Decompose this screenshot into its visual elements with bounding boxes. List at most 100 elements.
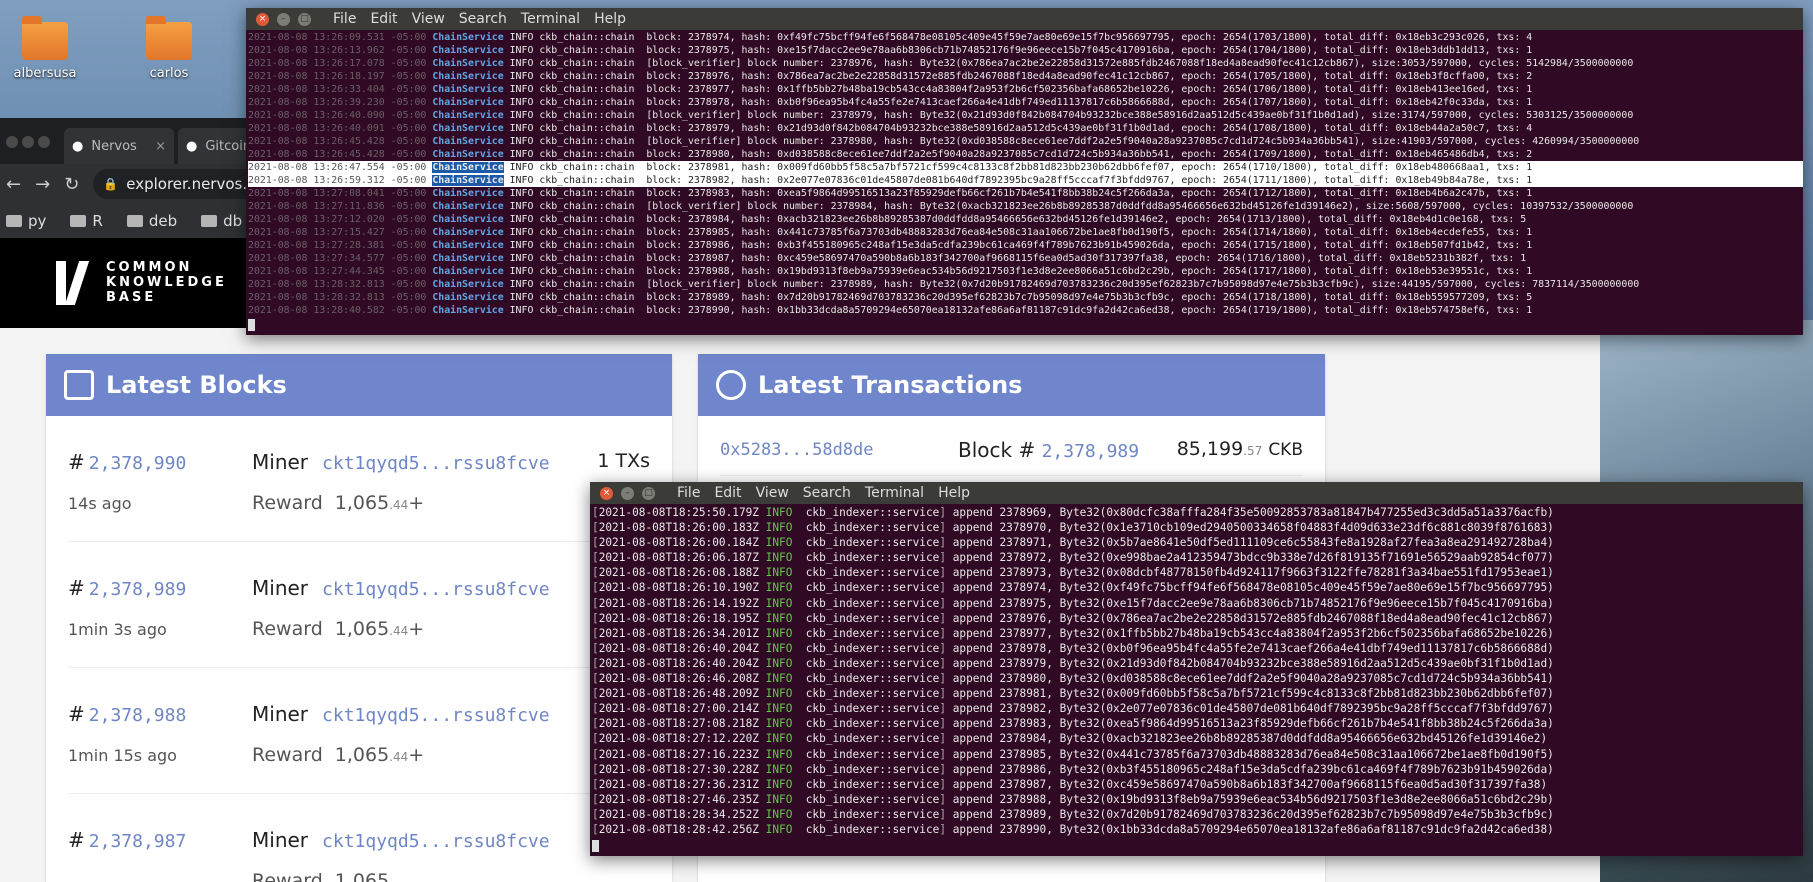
miner-address-link[interactable]: ckt1qyqd5...rssu8fcve [322, 453, 550, 474]
log-timestamp: 2021-08-08T18:26:00.183Z [598, 521, 759, 535]
miner-label: Miner [252, 702, 309, 726]
miner-address-link[interactable]: ckt1qyqd5...rssu8fcve [322, 579, 550, 600]
maximize-icon[interactable]: □ [298, 12, 311, 26]
window-close-button[interactable] [6, 136, 18, 148]
log-line: [2021-08-08T18:26:00.183Z INFO ckb_index… [592, 520, 1803, 535]
bracket-close: ] [939, 551, 947, 565]
bracket-close: ] [939, 687, 947, 701]
bracket-close: ] [939, 672, 947, 686]
close-icon[interactable]: × [155, 139, 166, 154]
log-service: ChainService [432, 253, 504, 264]
block-reward: Reward 1,065.44+ [252, 744, 424, 766]
log-message: append 2378989, Byte32(0x7d20b91782469d7… [952, 807, 1554, 821]
menu-item[interactable]: Search [459, 11, 507, 27]
log-module: ckb_indexer::service [805, 717, 940, 731]
menu-item[interactable]: Terminal [865, 485, 924, 501]
log-message: append 2378976, Byte32(0x786ea7ac2be2e22… [952, 611, 1554, 625]
log-line: 2021-08-08 13:27:12.020 -05:00 ChainServ… [248, 213, 1803, 226]
log-service: ChainService [432, 84, 504, 95]
log-service: ChainService [432, 227, 504, 238]
log-line: 2021-08-08 13:26:45.428 -05:00 ChainServ… [248, 135, 1803, 148]
forward-arrow-icon[interactable]: → [35, 174, 50, 195]
reload-icon[interactable]: ↻ [64, 174, 79, 195]
bookmark-deb[interactable]: deb [126, 212, 178, 230]
log-timestamp: 2021-08-08 13:28:32.813 -05:00 [248, 279, 427, 290]
bracket-close: ] [939, 717, 947, 731]
menu-item[interactable]: Help [938, 485, 970, 501]
minimize-icon[interactable]: – [621, 486, 634, 500]
log-level: INFO [765, 672, 793, 686]
bracket-open: [ [592, 807, 599, 821]
window-maximize-button[interactable] [38, 136, 50, 148]
log-line: [2021-08-08T18:26:06.187Z INFO ckb_index… [592, 550, 1803, 565]
menu-item[interactable]: Terminal [521, 11, 580, 27]
menu-item[interactable]: Edit [370, 11, 397, 27]
tx-amount-unit: CKB [1268, 440, 1303, 460]
close-icon[interactable]: × [600, 486, 613, 500]
tx-block-link[interactable]: 2,378,989 [1042, 441, 1140, 462]
bookmark-label: deb [148, 212, 178, 230]
desktop-folder-albersusa[interactable]: albersusa [0, 16, 90, 81]
log-timestamp: 2021-08-08T18:28:42.256Z [598, 822, 759, 836]
maximize-icon[interactable]: □ [642, 486, 655, 500]
terminal-titlebar: × – □ File Edit View Search Terminal Help [590, 482, 1803, 504]
log-line: 2021-08-08 13:26:40.090 -05:00 ChainServ… [248, 109, 1803, 122]
hash-symbol: # [68, 702, 85, 726]
terminal-window-chain[interactable]: × – □ File Edit View Search Terminal Help 202… [246, 8, 1803, 335]
menu-item[interactable]: Help [594, 11, 626, 27]
log-timestamp: 2021-08-08 13:26:47.554 -05:00 [248, 162, 427, 173]
block-number-link[interactable]: 2,378,990 [89, 453, 187, 474]
log-line: [2021-08-08T18:26:14.192Z INFO ckb_index… [592, 596, 1803, 611]
block-reward: Reward 1,065.44+ [252, 618, 424, 640]
menu-item[interactable]: View [412, 11, 445, 27]
bracket-close: ] [939, 656, 947, 670]
bookmark-r[interactable]: R [70, 212, 103, 230]
log-message: INFO ckb_chain::chain block: 2378987, ha… [509, 253, 1527, 264]
log-line: 2021-08-08 13:27:11.836 -05:00 ChainServ… [248, 200, 1803, 213]
log-message: append 2378978, Byte32(0xb0f96ea95b4fc4a… [952, 641, 1554, 655]
log-timestamp: 2021-08-08 13:27:28.381 -05:00 [248, 240, 427, 251]
folder-icon [201, 215, 218, 227]
menu-item[interactable]: Search [803, 485, 851, 501]
bracket-open: [ [592, 777, 599, 791]
log-module: ckb_indexer::service [805, 777, 940, 791]
log-message: append 2378970, Byte32(0x1e3710cb109ed29… [952, 521, 1554, 535]
block-number-link[interactable]: 2,378,988 [89, 705, 187, 726]
bracket-open: [ [592, 702, 599, 716]
block-number-link[interactable]: 2,378,987 [89, 831, 187, 852]
log-module: ckb_indexer::service [805, 506, 940, 519]
log-service: ChainService [432, 136, 504, 147]
menu-item[interactable]: Edit [714, 485, 741, 501]
minimize-icon[interactable]: – [277, 12, 290, 26]
window-minimize-button[interactable] [22, 136, 34, 148]
close-icon[interactable]: × [256, 12, 269, 26]
ckb-logo[interactable]: COMMON KNOWLEDGE BASE [52, 260, 227, 305]
menu-item[interactable]: View [756, 485, 789, 501]
log-line: 2021-08-08 13:26:13.962 -05:00 ChainServ… [248, 44, 1803, 57]
block-row: #2,378,989 1min 3s ago Miner ckt1qyqd5...rs… [68, 542, 650, 668]
log-level: INFO [765, 792, 793, 806]
terminal-window-indexer[interactable]: × – □ File Edit View Search Terminal Help [20… [590, 482, 1803, 856]
bookmark-db[interactable]: db [201, 212, 242, 230]
log-line: [2021-08-08T18:27:30.228Z INFO ckb_index… [592, 762, 1803, 777]
miner-address-link[interactable]: ckt1qyqd5...rssu8fcve [322, 705, 550, 726]
block-number-link[interactable]: 2,378,989 [89, 579, 187, 600]
log-line: 2021-08-08 13:26:47.554 -05:00 ChainServ… [248, 161, 1803, 174]
tab-nervos[interactable]: ● Nervos × [64, 128, 174, 164]
log-line: 2021-08-08 13:26:40.091 -05:00 ChainServ… [248, 122, 1803, 135]
bracket-close: ] [939, 732, 947, 746]
menu-item[interactable]: File [333, 11, 356, 27]
log-message: INFO ckb_chain::chain block: 2378977, ha… [509, 84, 1533, 95]
log-service: ChainService [432, 58, 504, 69]
back-arrow-icon[interactable]: ← [6, 174, 21, 195]
menu-item[interactable]: File [677, 485, 700, 501]
bracket-open: [ [592, 656, 599, 670]
bracket-close: ] [939, 581, 947, 595]
log-module: ckb_indexer::service [805, 641, 940, 655]
tx-hash-link[interactable]: 0x5283...58d8de [720, 440, 874, 460]
bookmark-py[interactable]: py [6, 212, 46, 230]
log-module: ckb_indexer::service [805, 566, 940, 580]
miner-address-link[interactable]: ckt1qyqd5...rssu8fcve [322, 831, 550, 852]
desktop-folder-carlos[interactable]: carlos [124, 16, 214, 81]
log-line: 2021-08-08 13:26:17.078 -05:00 ChainServ… [248, 57, 1803, 70]
